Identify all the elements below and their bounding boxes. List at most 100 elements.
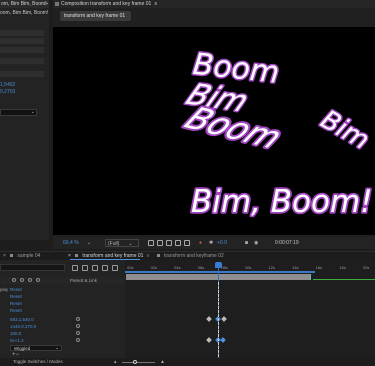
property-value[interactable]: 683.1,540.0 <box>10 316 34 323</box>
timeline-search-input[interactable] <box>0 264 65 271</box>
zoom-level[interactable]: 69.4 % <box>63 239 79 247</box>
composition-tab[interactable]: Composition transform and key frame 01 ≡ <box>55 0 157 8</box>
zoom-chevron-icon[interactable]: ⌄ <box>87 239 91 247</box>
close-icon[interactable]: × <box>3 253 6 259</box>
timeline-row[interactable]: 683.1,540.0 <box>0 316 125 323</box>
timeline-footer: Toggle Switches / Modes <box>0 358 375 366</box>
ruler-tick-label: 12s <box>268 265 275 270</box>
timeline-row[interactable]: 1440.0,270.0 <box>0 323 125 330</box>
property-value[interactable]: 1440.0,270.0 <box>10 323 36 330</box>
composition-viewer[interactable]: Boom Bim Boom Bim Bim, Boom! <box>53 27 375 235</box>
channel-icon[interactable] <box>184 240 190 246</box>
playhead-handle[interactable] <box>215 262 222 268</box>
current-timecode[interactable]: 0:00:07:19 <box>275 239 299 247</box>
parent-pickwhip-icon[interactable] <box>76 331 80 335</box>
playhead-dash <box>218 314 219 317</box>
ruler-tick-label: 06s <box>197 265 205 270</box>
keyframe[interactable] <box>221 316 227 322</box>
timeline-row[interactable]: Reset <box>0 307 125 314</box>
exposure-icon[interactable]: ✱ <box>209 239 213 247</box>
parent-pickwhip-icon[interactable] <box>76 324 80 328</box>
project-list-row[interactable] <box>0 47 44 53</box>
timeline-zoom-slider[interactable] <box>122 362 155 363</box>
zoom-out-icon[interactable]: ▴ <box>114 359 117 365</box>
timeline-row[interactable]: Reset <box>0 300 125 307</box>
project-dropdown[interactable]: ⌄ <box>0 109 37 116</box>
project-list-row[interactable] <box>0 58 44 64</box>
timeline-row[interactable]: play Reset <box>0 286 125 293</box>
zoom-in-icon[interactable]: ▲ <box>160 359 165 365</box>
project-values: 1,5402 0,2703 <box>0 82 15 96</box>
mask-visibility-icon[interactable] <box>166 240 172 246</box>
ruler-tick-label: 10s <box>244 265 252 270</box>
timeline-row[interactable]: 0x+1.2 <box>0 337 125 344</box>
toggle-switches-modes[interactable]: Toggle Switches / Modes <box>13 358 63 366</box>
playhead-dash <box>218 350 219 353</box>
playhead-dash <box>218 346 219 349</box>
ruler-tick-label: 14s <box>292 265 299 270</box>
playhead-dash <box>218 354 219 357</box>
project-list-row[interactable] <box>0 38 44 44</box>
ruler-tick-label: 16s <box>315 265 323 270</box>
keyframe[interactable] <box>220 337 226 343</box>
keyframe[interactable] <box>206 337 212 343</box>
draft-3d-icon[interactable] <box>82 265 88 271</box>
comp-mini-flowchart-icon[interactable] <box>72 265 78 271</box>
playhead-dash <box>218 290 219 293</box>
composition-subtab[interactable]: transform and key frame 01 <box>60 11 131 21</box>
project-panel-tab[interactable]: om, Bim Bim, Boom! » <box>0 0 49 8</box>
canvas-text-bim-boom: Bim, Boom! <box>191 184 373 220</box>
wiggle-select[interactable]: Wiggled ⌄ <box>10 345 62 351</box>
timeline-row[interactable]: 100.0 <box>0 330 125 337</box>
playhead-dash <box>218 330 219 333</box>
property-value[interactable]: Reset <box>10 300 22 307</box>
lock-icon[interactable] <box>55 1 59 6</box>
resolution-select[interactable]: (Full) ⌄ <box>105 239 139 247</box>
comp-icon <box>157 254 160 258</box>
parent-pickwhip-icon[interactable] <box>76 338 80 342</box>
guides-icon[interactable] <box>175 240 181 246</box>
motion-blur-icon[interactable] <box>112 265 118 271</box>
property-value[interactable]: Reset <box>10 286 22 293</box>
work-area-bar[interactable] <box>125 271 315 273</box>
panel-menu-icon[interactable]: » <box>45 0 48 8</box>
project-list-row[interactable] <box>0 30 44 36</box>
comp-icon <box>75 254 79 258</box>
composition-tabbar: Composition transform and key frame 01 ≡ <box>53 0 375 8</box>
eye-icon[interactable] <box>12 278 16 282</box>
ruler-tick-label: 02s <box>150 265 158 270</box>
property-value[interactable]: Reset <box>10 307 22 314</box>
project-value[interactable]: 0,2703 <box>0 89 15 96</box>
audio-icon[interactable] <box>20 278 24 282</box>
keyframe[interactable] <box>206 316 212 322</box>
property-value[interactable]: 100.0 <box>10 330 21 337</box>
property-value[interactable]: 0x+1.2 <box>10 337 24 344</box>
timeline-row[interactable]: Reset <box>0 293 125 300</box>
shy-layers-icon[interactable] <box>92 265 98 271</box>
chevron-down-icon: ⌄ <box>128 241 133 247</box>
tab-menu-icon[interactable]: ≡ <box>154 1 157 7</box>
layer-out-point[interactable] <box>310 274 311 280</box>
color-icon[interactable]: ● <box>199 239 202 247</box>
project-value[interactable]: 1,5402 <box>0 82 15 89</box>
property-value[interactable]: Reset <box>10 293 22 300</box>
transparency-grid-icon[interactable] <box>157 240 163 246</box>
project-list-row[interactable] <box>0 71 44 77</box>
lock-icon[interactable] <box>36 278 40 282</box>
timeline-zoom-knob[interactable] <box>133 360 137 364</box>
parent-pickwhip-icon[interactable] <box>76 317 80 321</box>
playhead-dash <box>218 282 219 285</box>
ruler-tick-label: 00s <box>127 265 134 270</box>
playhead-dash <box>218 286 219 289</box>
ruler-tick-label: 18s <box>339 265 346 270</box>
timeline-tabbar: × sample 04 × transform and key frame 01… <box>0 251 375 260</box>
solo-icon[interactable] <box>28 278 32 282</box>
show-snapshot-icon[interactable]: ◉ <box>254 239 258 247</box>
region-of-interest-icon[interactable] <box>148 240 154 246</box>
wiggle-select-value: Wiggled <box>14 346 31 351</box>
exposure-value[interactable]: +0.0 <box>217 239 227 247</box>
timeline-graph[interactable]: 00s 02s 04s 06s 08s 10s 12s 14s 16s 18s 20s <box>125 260 375 358</box>
tab-menu-icon[interactable]: ≡ <box>146 253 149 259</box>
snapshot-icon[interactable]: ◙ <box>245 239 248 247</box>
frame-blending-icon[interactable] <box>102 265 108 271</box>
